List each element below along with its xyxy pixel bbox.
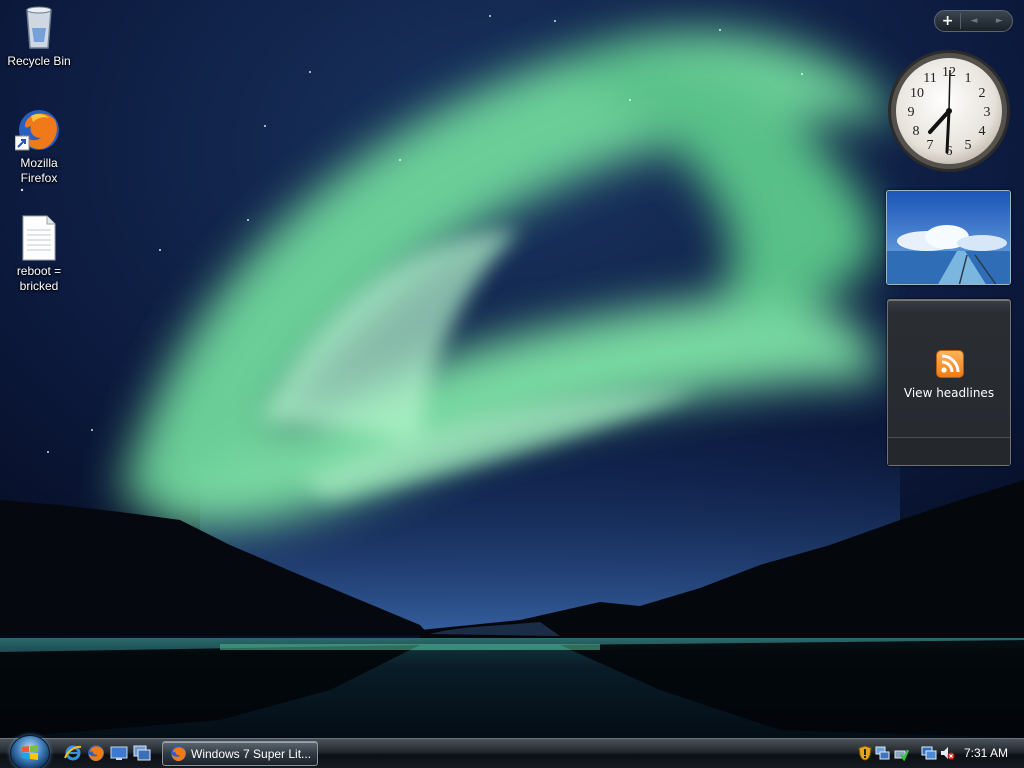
- firefox-icon[interactable]: [87, 744, 105, 762]
- clock-second-hand: [948, 69, 951, 112]
- network-icon[interactable]: [875, 745, 891, 761]
- clock-gadget[interactable]: 12 1 2 3 4 5 6 7 8 9 10 11: [886, 48, 1012, 174]
- start-button[interactable]: [10, 735, 50, 768]
- taskbar-clock[interactable]: 7:31 AM: [964, 746, 1008, 760]
- rss-feed-icon: [936, 350, 964, 378]
- firefox-label: Mozilla Firefox: [20, 156, 58, 185]
- windows-logo-icon: [22, 745, 38, 760]
- network-connection-icon[interactable]: [921, 745, 937, 761]
- next-gadgets-button[interactable]: ►: [987, 16, 1012, 26]
- switch-windows-icon[interactable]: [133, 744, 151, 762]
- safely-remove-icon[interactable]: [893, 745, 910, 762]
- show-desktop-icon[interactable]: [110, 744, 128, 762]
- clock-numeral-8: 8: [913, 124, 920, 139]
- clock-numeral-3: 3: [984, 105, 991, 120]
- sidebar-controls: + ◄ ►: [934, 10, 1013, 32]
- recycle-bin-label: Recycle Bin: [7, 54, 71, 68]
- text-file-label: reboot = bricked: [16, 264, 62, 293]
- clock-numeral-9: 9: [908, 105, 915, 120]
- system-tray: 7:31 AM: [852, 740, 1024, 768]
- clock-numeral-4: 4: [979, 124, 986, 139]
- desktop-wallpaper: [0, 0, 1024, 738]
- recycle-bin-shortcut[interactable]: Recycle Bin: [1, 4, 77, 69]
- feed-headlines-gadget[interactable]: View headlines: [887, 299, 1011, 466]
- recycle-bin-icon: [15, 4, 63, 52]
- security-alert-icon[interactable]: [857, 745, 873, 761]
- slideshow-gadget[interactable]: [886, 190, 1011, 285]
- firefox-shortcut[interactable]: Mozilla Firefox: [1, 106, 77, 186]
- text-file-icon: [15, 214, 63, 262]
- slideshow-image: [887, 191, 1010, 284]
- clock-numeral-5: 5: [965, 138, 972, 153]
- view-headlines-link[interactable]: View headlines: [888, 386, 1010, 400]
- internet-explorer-icon[interactable]: [64, 744, 82, 762]
- firefox-icon: [170, 745, 187, 762]
- add-gadget-button[interactable]: +: [935, 13, 962, 29]
- clock-numeral-2: 2: [979, 86, 986, 101]
- taskbar-button-label: Windows 7 Super Lit...: [191, 747, 312, 761]
- clock-numeral-12: 12: [942, 65, 956, 80]
- clock-numeral-1: 1: [965, 71, 972, 86]
- clock-minute-hand: [945, 109, 951, 154]
- volume-muted-icon[interactable]: [939, 745, 955, 761]
- feed-gadget-footer: [888, 437, 1010, 465]
- clock-numeral-7: 7: [927, 138, 934, 153]
- previous-gadgets-button[interactable]: ◄: [961, 16, 986, 26]
- text-file-shortcut[interactable]: reboot = bricked: [1, 214, 77, 294]
- firefox-icon: [14, 106, 63, 154]
- clock-numeral-10: 10: [910, 86, 924, 101]
- taskbar-button-firefox[interactable]: Windows 7 Super Lit...: [162, 741, 318, 766]
- clock-numeral-11: 11: [923, 71, 936, 86]
